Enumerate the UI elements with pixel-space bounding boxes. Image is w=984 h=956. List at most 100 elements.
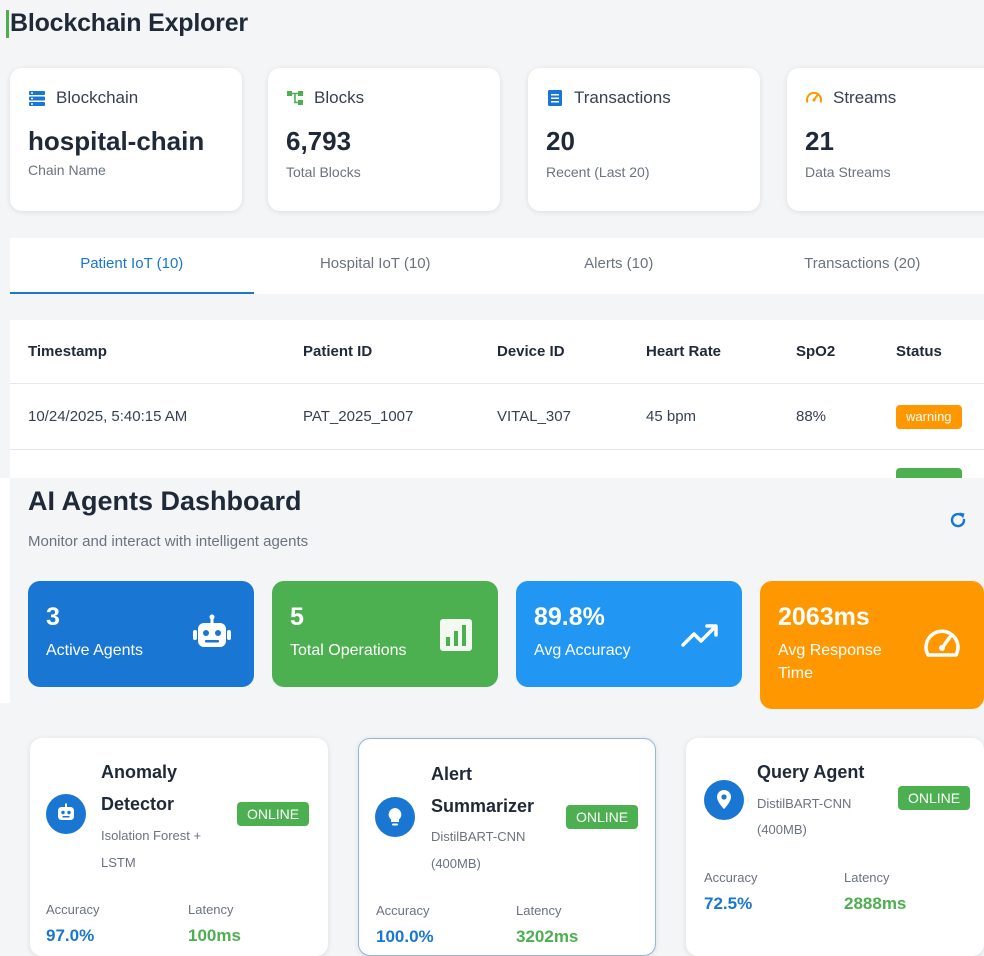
chain-name-value: hospital-chain <box>28 126 205 156</box>
stat-label: Active Agents <box>46 642 143 659</box>
status-badge: warning <box>896 405 962 430</box>
stat-label: Avg Response Time <box>778 642 882 682</box>
stat-value: 89.8% <box>534 603 605 631</box>
dashboard-title: AI Agents Dashboard <box>28 486 302 516</box>
timestamp-cell: 10/24/2025, 5:40:15 AM <box>28 408 188 425</box>
card-label: Blocks <box>314 88 365 107</box>
explorer-tabs: Patient IoT (10) Hospital IoT (10) Alert… <box>10 238 984 294</box>
agent-name: Query Agent <box>757 762 865 782</box>
document-icon <box>548 90 562 106</box>
bar-chart-icon <box>440 619 472 651</box>
accuracy-value: 97.0% <box>46 926 95 945</box>
refresh-icon <box>950 512 966 528</box>
avg-response-time-stat: 2063ms Avg Response Time <box>760 581 984 709</box>
status-badge: ONLINE <box>898 786 971 810</box>
tab-alerts[interactable]: Alerts (10) <box>497 238 741 294</box>
table-header-row: Timestamp Patient ID Device ID Heart Rat… <box>10 320 984 384</box>
tab-transactions[interactable]: Transactions (20) <box>741 238 984 294</box>
latency-value: 100ms <box>188 926 241 945</box>
agent-model: (400MB) <box>757 822 807 837</box>
column-header: Patient ID <box>303 343 373 360</box>
stat-value: 5 <box>290 603 304 631</box>
agent-card-alert-summarizer[interactable]: Alert Summarizer ONLINE DistilBART-CNN (… <box>358 738 656 956</box>
latency-label: Latency <box>516 903 562 918</box>
refresh-button[interactable] <box>944 506 972 534</box>
accuracy-value: 100.0% <box>376 927 434 946</box>
next-row-status-badge <box>896 468 962 478</box>
location-pin-icon <box>717 790 731 809</box>
blockchain-card: Blockchain hospital-chain Chain Name <box>10 68 242 211</box>
accuracy-label: Accuracy <box>704 870 758 885</box>
card-sublabel: Recent (Last 20) <box>546 164 650 180</box>
lightbulb-icon <box>388 808 402 826</box>
accuracy-value: 72.5% <box>704 894 753 913</box>
agent-card-query-agent[interactable]: Query Agent ONLINE DistilBART-CNN (400MB… <box>686 738 984 956</box>
stat-label: Total Operations <box>290 642 407 659</box>
speedometer-icon <box>806 91 822 103</box>
title-accent-bar <box>6 10 9 38</box>
device-id-cell: VITAL_307 <box>497 408 571 425</box>
agent-avatar <box>704 780 744 820</box>
streams-value: 21 <box>805 126 834 156</box>
total-operations-stat: 5 Total Operations <box>272 581 498 687</box>
agent-model: LSTM <box>101 855 136 870</box>
card-label: Transactions <box>574 88 671 107</box>
status-badge: ONLINE <box>566 805 639 829</box>
column-header: Heart Rate <box>646 343 722 360</box>
tab-hospital-iot[interactable]: Hospital IoT (10) <box>254 238 498 294</box>
heart-rate-cell: 45 bpm <box>646 408 697 425</box>
speedometer-icon <box>924 629 960 657</box>
latency-label: Latency <box>188 902 234 917</box>
agent-model: DistilBART-CNN <box>757 796 852 811</box>
patient-iot-table: Timestamp Patient ID Device ID Heart Rat… <box>10 320 984 478</box>
transactions-card: Transactions 20 Recent (Last 20) <box>528 68 760 211</box>
blockchain-explorer-panel: Blockchain Explorer Blockchain hospital-… <box>0 0 984 478</box>
robot-icon <box>58 803 74 820</box>
streams-card: Streams 21 Data Streams <box>787 68 984 211</box>
stat-label: Avg Accuracy <box>534 642 631 659</box>
blocks-card: Blocks 6,793 Total Blocks <box>268 68 500 211</box>
card-sublabel: Total Blocks <box>286 164 361 180</box>
tab-patient-iot[interactable]: Patient IoT (10) <box>10 238 254 294</box>
column-header: Status <box>896 343 942 360</box>
agent-name: Anomaly <box>101 762 178 782</box>
avg-accuracy-stat: 89.8% Avg Accuracy <box>516 581 742 687</box>
agent-avatar <box>46 794 86 834</box>
column-header: Device ID <box>497 343 565 360</box>
agent-name: Alert <box>431 764 473 784</box>
card-sublabel: Data Streams <box>805 164 891 180</box>
agent-card-anomaly-detector[interactable]: Anomaly Detector ONLINE Isolation Forest… <box>30 738 328 956</box>
agent-name: Summarizer <box>431 796 535 816</box>
card-sublabel: Chain Name <box>28 162 106 178</box>
agent-avatar <box>375 797 415 837</box>
agent-name: Detector <box>101 794 175 814</box>
list-icon <box>29 91 45 106</box>
column-header: SpO2 <box>796 343 836 360</box>
robot-icon <box>193 614 231 647</box>
blocks-value: 6,793 <box>286 126 352 156</box>
agent-model: (400MB) <box>431 856 481 871</box>
agent-model: DistilBART-CNN <box>431 829 526 844</box>
stat-value: 2063ms <box>778 603 870 631</box>
latency-value: 2888ms <box>844 894 907 913</box>
latency-value: 3202ms <box>516 927 579 946</box>
spo2-cell: 88% <box>796 408 827 425</box>
trending-up-icon <box>681 624 718 647</box>
latency-label: Latency <box>844 870 890 885</box>
accuracy-label: Accuracy <box>376 903 430 918</box>
card-label: Blockchain <box>56 88 139 107</box>
transactions-value: 20 <box>546 126 575 156</box>
card-label: Streams <box>833 88 897 107</box>
tree-icon <box>287 91 303 105</box>
patient-id-cell: PAT_2025_1007 <box>303 408 414 425</box>
table-row[interactable]: 10/24/2025, 5:40:15 AM PAT_2025_1007 VIT… <box>10 384 984 450</box>
status-cell: warning <box>896 384 962 450</box>
agent-model: Isolation Forest + <box>101 828 202 843</box>
status-badge: ONLINE <box>237 802 310 826</box>
column-header: Timestamp <box>28 343 107 360</box>
accuracy-label: Accuracy <box>46 902 100 917</box>
active-agents-stat: 3 Active Agents <box>28 581 254 687</box>
stat-value: 3 <box>46 603 60 631</box>
page-title: Blockchain Explorer <box>10 9 248 37</box>
dashboard-subtitle: Monitor and interact with intelligent ag… <box>28 533 309 550</box>
